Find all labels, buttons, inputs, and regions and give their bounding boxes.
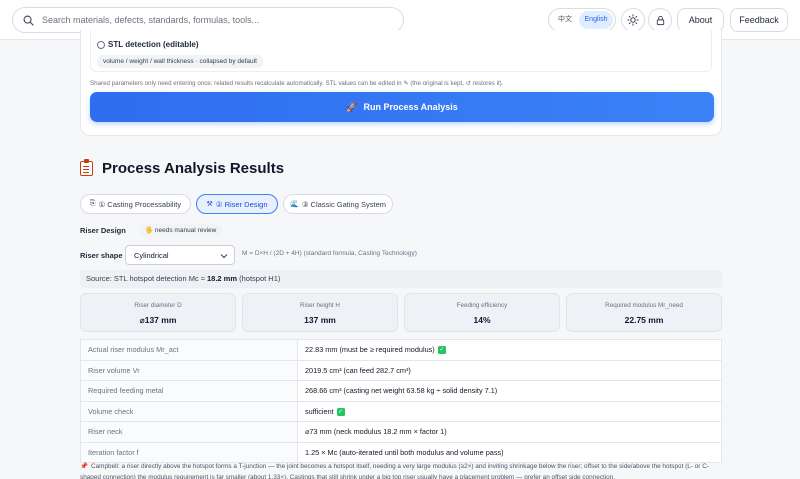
- pin-icon: 📌: [80, 463, 88, 470]
- tab-classic-gating-system[interactable]: 🌊 ③ Classic Gating System: [283, 194, 393, 214]
- manual-review-badge: 🖐 needs manual review: [139, 224, 223, 237]
- row-key: Riser neck: [80, 421, 298, 443]
- table-row: Riser volume Vr 2019.5 cm³ (can feed 282…: [80, 359, 722, 381]
- tab-casting-processability[interactable]: ⎘ ① Casting Processability: [80, 194, 191, 214]
- results-title: Process Analysis Results: [80, 159, 284, 177]
- metric-riser-height: Riser height H 137 mm: [242, 293, 398, 332]
- search-input[interactable]: [42, 15, 382, 25]
- shared-params-note: Shared parameters only need entering onc…: [90, 80, 504, 87]
- stl-detection-panel: STL detection (editable) volume / weight…: [90, 30, 712, 72]
- modulus-formula-note: M = D×H / (2D + 4H) (standard formula, C…: [242, 250, 417, 257]
- row-key: Required feeding metal: [80, 380, 298, 402]
- lang-en-option[interactable]: English: [579, 11, 613, 29]
- feedback-button[interactable]: Feedback: [730, 8, 788, 32]
- lock-button[interactable]: [648, 8, 672, 32]
- lang-zh-option[interactable]: 中文: [551, 11, 579, 29]
- table-row: Volume check sufficient ✓: [80, 400, 722, 422]
- row-value: sufficient ✓: [297, 400, 722, 422]
- run-analysis-button[interactable]: 🚀 Run Process Analysis: [90, 92, 714, 122]
- row-value: 22.83 mm (must be ≥ required modulus) ✓: [297, 339, 722, 361]
- analysis-input-card: STL detection (editable) volume / weight…: [80, 30, 722, 136]
- table-row: Actual riser modulus Mr_act 22.83 mm (mu…: [80, 339, 722, 361]
- tools-icon: ⚒: [206, 201, 213, 208]
- hotspot-modulus-value: 18.2 mm: [206, 274, 238, 283]
- table-row: Required feeding metal 268.66 cm³ (casti…: [80, 380, 722, 402]
- metric-riser-diameter: Riser diameter D ⌀137 mm: [80, 293, 236, 332]
- riser-shape-select[interactable]: Cylindrical: [125, 245, 235, 265]
- row-key: Volume check: [80, 400, 298, 422]
- about-button[interactable]: About: [677, 8, 724, 32]
- row-value: ⌀73 mm (neck modulus 18.2 mm × factor 1): [297, 421, 722, 443]
- clipboard-icon: [80, 159, 93, 176]
- lock-icon: [656, 15, 664, 25]
- riser-design-label: Riser Design: [80, 226, 126, 235]
- metric-required-modulus: Required modulus Mr_need 22.75 mm: [566, 293, 722, 332]
- wave-icon: 🌊: [290, 201, 299, 208]
- row-key: Iteration factor f: [80, 441, 298, 463]
- table-row: Iteration factor f 1.25 × Mc (auto-itera…: [80, 441, 722, 463]
- stl-detection-title[interactable]: STL detection (editable): [97, 40, 199, 49]
- row-value: 2019.5 cm³ (can feed 282.7 cm³): [297, 359, 722, 381]
- sun-icon: [627, 14, 639, 26]
- metric-feeding-efficiency: Feeding efficiency 14%: [404, 293, 560, 332]
- row-value: 1.25 × Mc (auto-iterated until both modu…: [297, 441, 722, 463]
- riser-results-table: Actual riser modulus Mr_act 22.83 mm (mu…: [80, 339, 722, 463]
- row-key: Actual riser modulus Mr_act: [80, 339, 298, 361]
- search-icon: [23, 15, 34, 26]
- theme-toggle-button[interactable]: [621, 8, 645, 32]
- tab-riser-design[interactable]: ⚒ ② Riser Design: [196, 194, 278, 214]
- row-value: 268.66 cm³ (casting net weight 63.58 kg …: [297, 380, 722, 402]
- document-icon: ⎘: [89, 200, 96, 207]
- language-toggle[interactable]: 中文 English: [548, 8, 616, 32]
- table-row: Riser neck ⌀73 mm (neck modulus 18.2 mm …: [80, 421, 722, 443]
- check-icon: ✓: [336, 407, 345, 416]
- riser-shape-label: Riser shape: [80, 251, 123, 260]
- check-icon: ✓: [437, 346, 446, 355]
- rocket-icon: 🚀: [346, 101, 358, 112]
- source-banner: Source: STL hotspot detection Mc ≈ 18.2 …: [80, 270, 722, 288]
- hand-icon: 🖐: [145, 227, 154, 234]
- campbell-footnote: 📌 Campbell: a riser directly above the ho…: [80, 463, 709, 479]
- chevron-down-icon: [220, 254, 228, 259]
- row-key: Riser volume Vr: [80, 359, 298, 381]
- stl-summary-tag: volume / weight / wall thickness · colla…: [97, 55, 263, 68]
- edit-circle-icon: [97, 40, 105, 49]
